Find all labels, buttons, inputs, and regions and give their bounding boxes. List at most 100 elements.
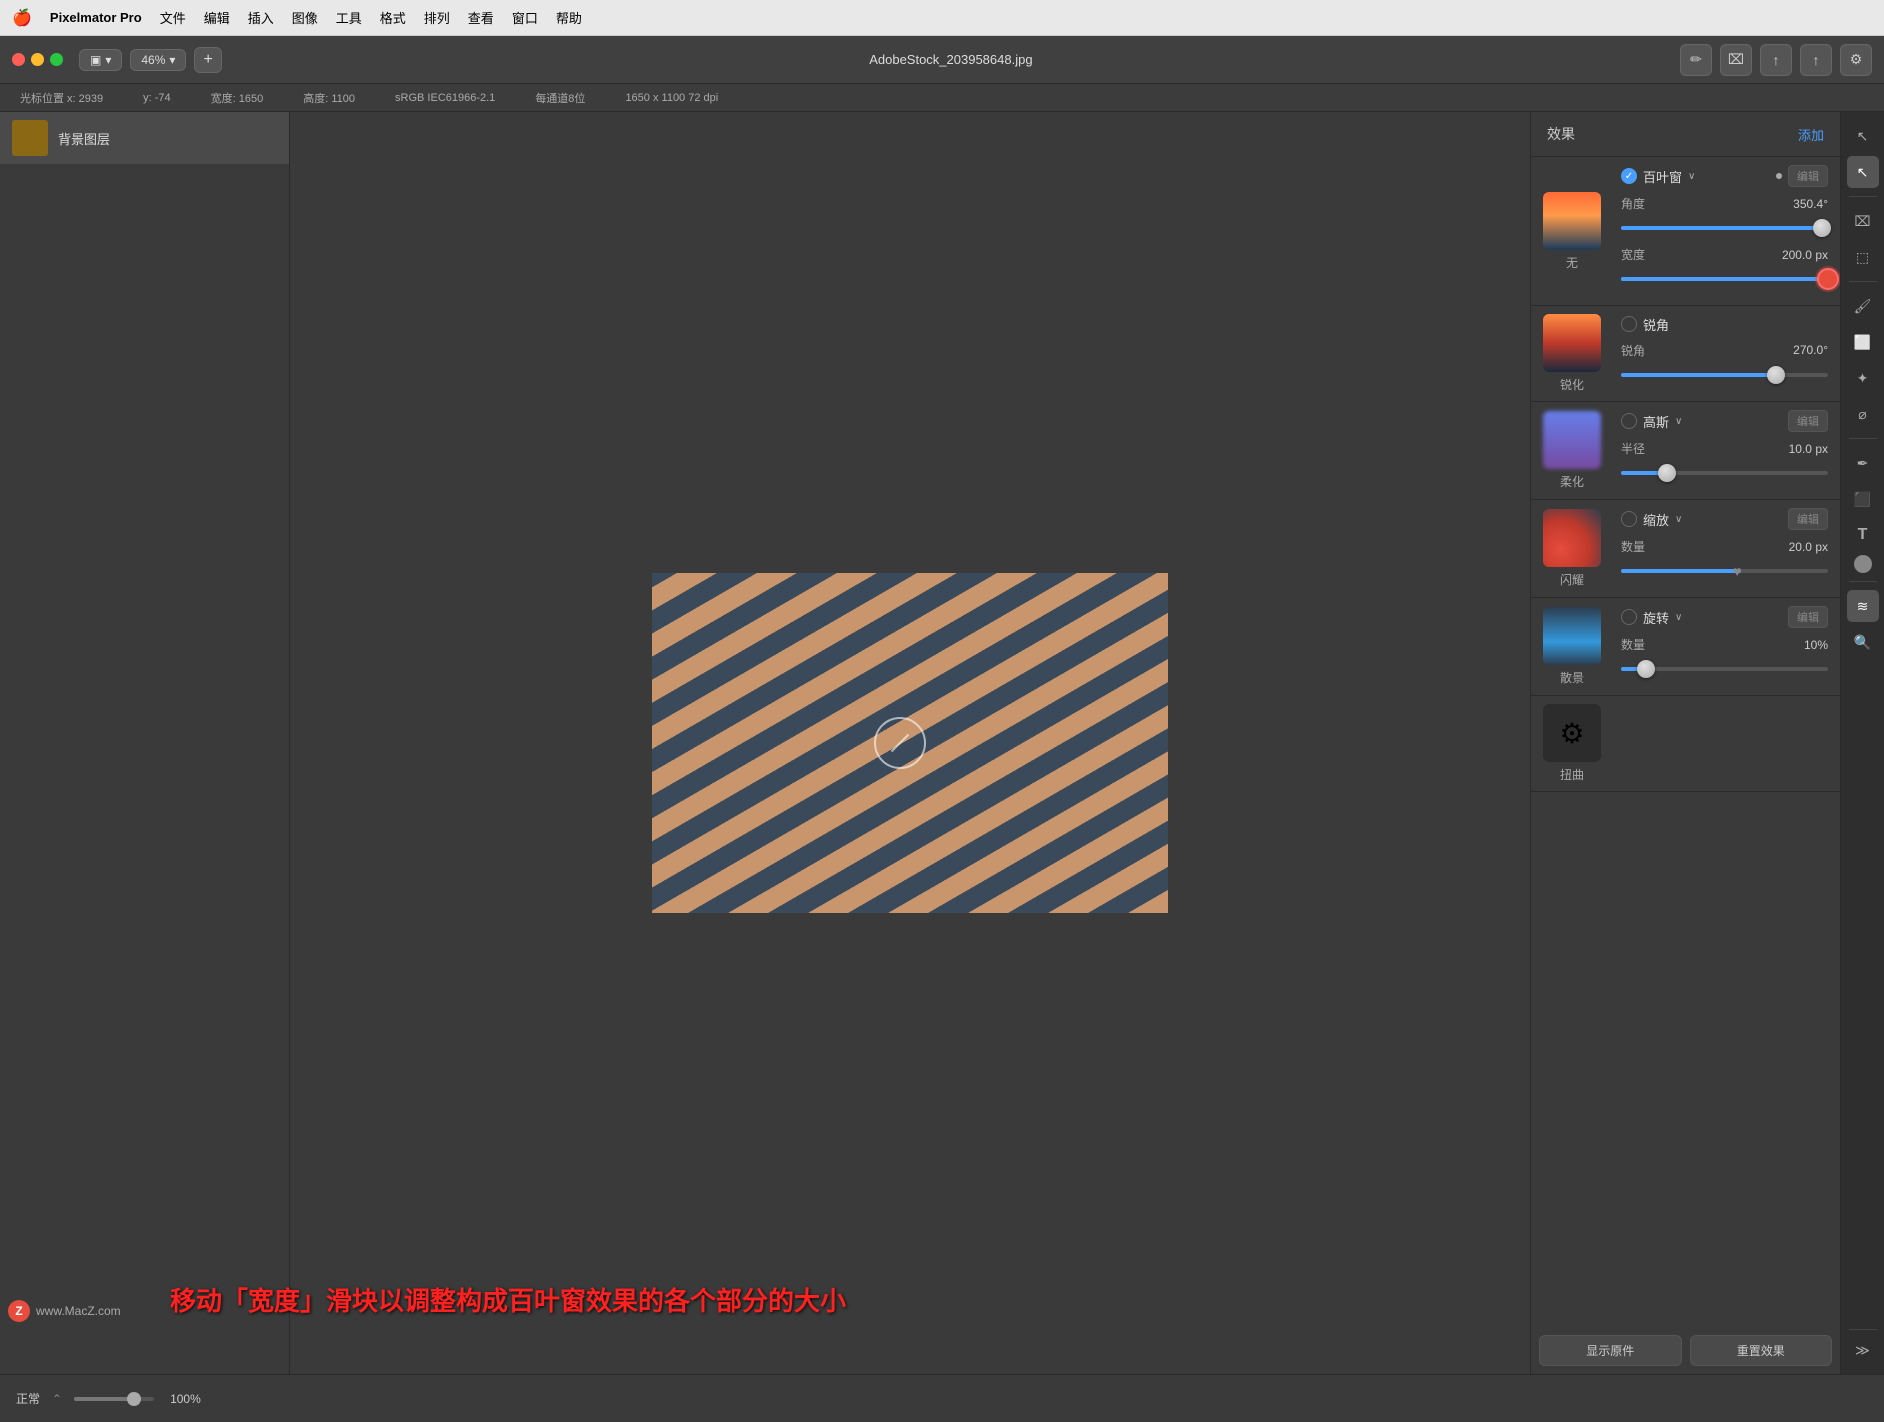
angle-row: 角度 350.4° <box>1621 195 1828 212</box>
canvas-area[interactable] <box>290 112 1530 1374</box>
menu-arrange[interactable]: 排列 <box>424 8 450 27</box>
scatter-chevron-icon[interactable]: ∨ <box>1675 612 1682 623</box>
cursor-y: y: -74 <box>143 92 171 104</box>
shape-icon[interactable]: ⬛ <box>1847 483 1879 515</box>
effects-icon[interactable]: ≋ <box>1847 590 1879 622</box>
layer-item[interactable]: 背景图层 <box>0 112 289 164</box>
stamp-icon[interactable]: ✦ <box>1847 362 1879 394</box>
menu-insert[interactable]: 插入 <box>248 8 274 27</box>
settings-button[interactable]: ⚙ <box>1840 44 1872 76</box>
zoom-button[interactable]: 46% ▾ <box>130 49 186 71</box>
selection-rect-icon[interactable]: ⬚ <box>1847 241 1879 273</box>
search-icon[interactable]: 🔍 <box>1847 626 1879 658</box>
bottom-opacity-slider[interactable] <box>74 1397 154 1401</box>
zoom-chevron: ▾ <box>169 53 175 67</box>
angle-slider[interactable] <box>1621 218 1828 238</box>
toolbar-divider-1 <box>1849 196 1877 197</box>
heal-icon[interactable]: ⌀ <box>1847 398 1879 430</box>
minimize-button[interactable] <box>31 53 44 66</box>
effects-bottom-buttons: 显示原件 重置效果 <box>1531 1327 1840 1374</box>
sharp-angle-slider[interactable] <box>1621 365 1828 385</box>
radius-slider[interactable] <box>1621 463 1828 483</box>
zoom-amount-thumb[interactable]: ♥ <box>1733 563 1749 579</box>
apple-menu[interactable]: 🍎 <box>12 8 32 28</box>
rotate-amount-slider[interactable] <box>1621 659 1828 679</box>
select-tool-icon[interactable]: ↖ <box>1847 156 1879 188</box>
flare-checkbox[interactable] <box>1621 511 1637 527</box>
zoom-amount-slider[interactable]: ♥ <box>1621 561 1828 581</box>
fullscreen-button[interactable] <box>50 53 63 66</box>
layer-name: 背景图层 <box>58 129 110 148</box>
crop-icon[interactable]: ⌧ <box>1847 205 1879 237</box>
blur-controls: 高斯 ∨ 编辑 半径 10.0 px <box>1611 410 1828 491</box>
menu-window[interactable]: 窗口 <box>512 8 538 27</box>
export-button[interactable]: ↑ <box>1760 44 1792 76</box>
effects-add-button[interactable]: 添加 <box>1798 125 1824 144</box>
show-original-button[interactable]: 显示原件 <box>1539 1335 1682 1366</box>
arrow-tool-icon[interactable]: ↖ <box>1847 120 1879 152</box>
sharpen-controls: 锐角 锐角 270.0° <box>1611 315 1828 393</box>
blur-chevron-icon[interactable]: ∨ <box>1675 416 1682 427</box>
blur-checkbox[interactable] <box>1621 413 1637 429</box>
radius-value: 10.0 px <box>1789 442 1828 456</box>
paint-icon[interactable]: 🖌 <box>1847 290 1879 322</box>
bottom-opacity-thumb[interactable] <box>127 1392 141 1406</box>
scatter-checkbox[interactable] <box>1621 609 1637 625</box>
menu-tools[interactable]: 工具 <box>336 8 362 27</box>
radius-thumb[interactable] <box>1658 464 1676 482</box>
blur-edit-button[interactable]: 编辑 <box>1788 410 1828 432</box>
menu-format[interactable]: 格式 <box>380 8 406 27</box>
settings-icon: ⚙ <box>1850 51 1863 68</box>
width-row: 宽度 200.0 px <box>1621 246 1828 263</box>
eraser-icon[interactable]: ⬜ <box>1847 326 1879 358</box>
circle-fill-icon[interactable] <box>1854 555 1872 573</box>
radius-row: 半径 10.0 px <box>1621 440 1828 457</box>
flare-chevron-icon[interactable]: ∨ <box>1675 514 1682 525</box>
sharp-angle-thumb[interactable] <box>1767 366 1785 384</box>
share-icon: ↑ <box>1813 52 1820 68</box>
sidebar-toggle-button[interactable]: ▣ ▾ <box>79 49 122 71</box>
pen-tool-button[interactable]: ✏ <box>1680 44 1712 76</box>
rotate-amount-thumb[interactable] <box>1637 660 1655 678</box>
width-label: 宽度 <box>1621 246 1645 263</box>
toolbar-divider-4 <box>1849 581 1877 582</box>
menu-help[interactable]: 帮助 <box>556 8 582 27</box>
blinds-edit-button[interactable]: 编辑 <box>1788 165 1828 187</box>
menu-image[interactable]: 图像 <box>292 8 318 27</box>
blinds-chevron-icon[interactable]: ∨ <box>1688 171 1695 182</box>
text-icon[interactable]: T <box>1847 519 1879 551</box>
crop-tool-button[interactable]: ⌧ <box>1720 44 1752 76</box>
menu-view[interactable]: 查看 <box>468 8 494 27</box>
blur-header: 高斯 ∨ 编辑 <box>1621 410 1828 432</box>
sharpen-thumb-container: 锐化 <box>1543 314 1601 393</box>
distort-thumb-row: ⚙ 扭曲 <box>1531 696 1840 791</box>
main-layout: 背景图层 效果 添加 无 <box>0 112 1884 1374</box>
width-slider-thumb[interactable] <box>1817 268 1839 290</box>
expand-icon[interactable]: ≫ <box>1847 1334 1879 1366</box>
app-name[interactable]: Pixelmator Pro <box>50 10 142 25</box>
flare-thumb-row: 闪耀 缩放 ∨ 编辑 数量 20.0 px <box>1531 500 1840 597</box>
right-toolbar: ↖ ↖ ⌧ ⬚ 🖌 ⬜ ✦ ⌀ ✒ ⬛ T ≋ 🔍 ≫ <box>1840 112 1884 1374</box>
add-layer-button[interactable]: + <box>194 47 221 73</box>
share-button[interactable]: ↑ <box>1800 44 1832 76</box>
blend-mode-arrows[interactable]: ⌃ <box>52 1392 62 1406</box>
reset-effects-button[interactable]: 重置效果 <box>1690 1335 1833 1366</box>
menu-edit[interactable]: 编辑 <box>204 8 230 27</box>
flare-edit-button[interactable]: 编辑 <box>1788 508 1828 530</box>
scatter-header: 旋转 ∨ 编辑 <box>1621 606 1828 628</box>
angle-slider-thumb[interactable] <box>1813 219 1831 237</box>
angle-value: 350.4° <box>1793 197 1828 211</box>
angle-slider-fill <box>1621 226 1822 230</box>
scatter-edit-button[interactable]: 编辑 <box>1788 606 1828 628</box>
width-slider-fill <box>1621 277 1828 281</box>
width-slider[interactable] <box>1621 269 1828 289</box>
pen-icon: ✏ <box>1690 51 1702 68</box>
blinds-checkbox[interactable] <box>1621 168 1637 184</box>
distort-thumb-container: ⚙ 扭曲 <box>1543 704 1601 783</box>
sharpen-checkbox[interactable] <box>1621 316 1637 332</box>
blinds-section: 无 百叶窗 ∨ 编辑 <box>1531 157 1840 306</box>
menu-file[interactable]: 文件 <box>160 8 186 27</box>
close-button[interactable] <box>12 53 25 66</box>
pen-icon[interactable]: ✒ <box>1847 447 1879 479</box>
sharpen-header: 锐角 <box>1621 315 1828 334</box>
